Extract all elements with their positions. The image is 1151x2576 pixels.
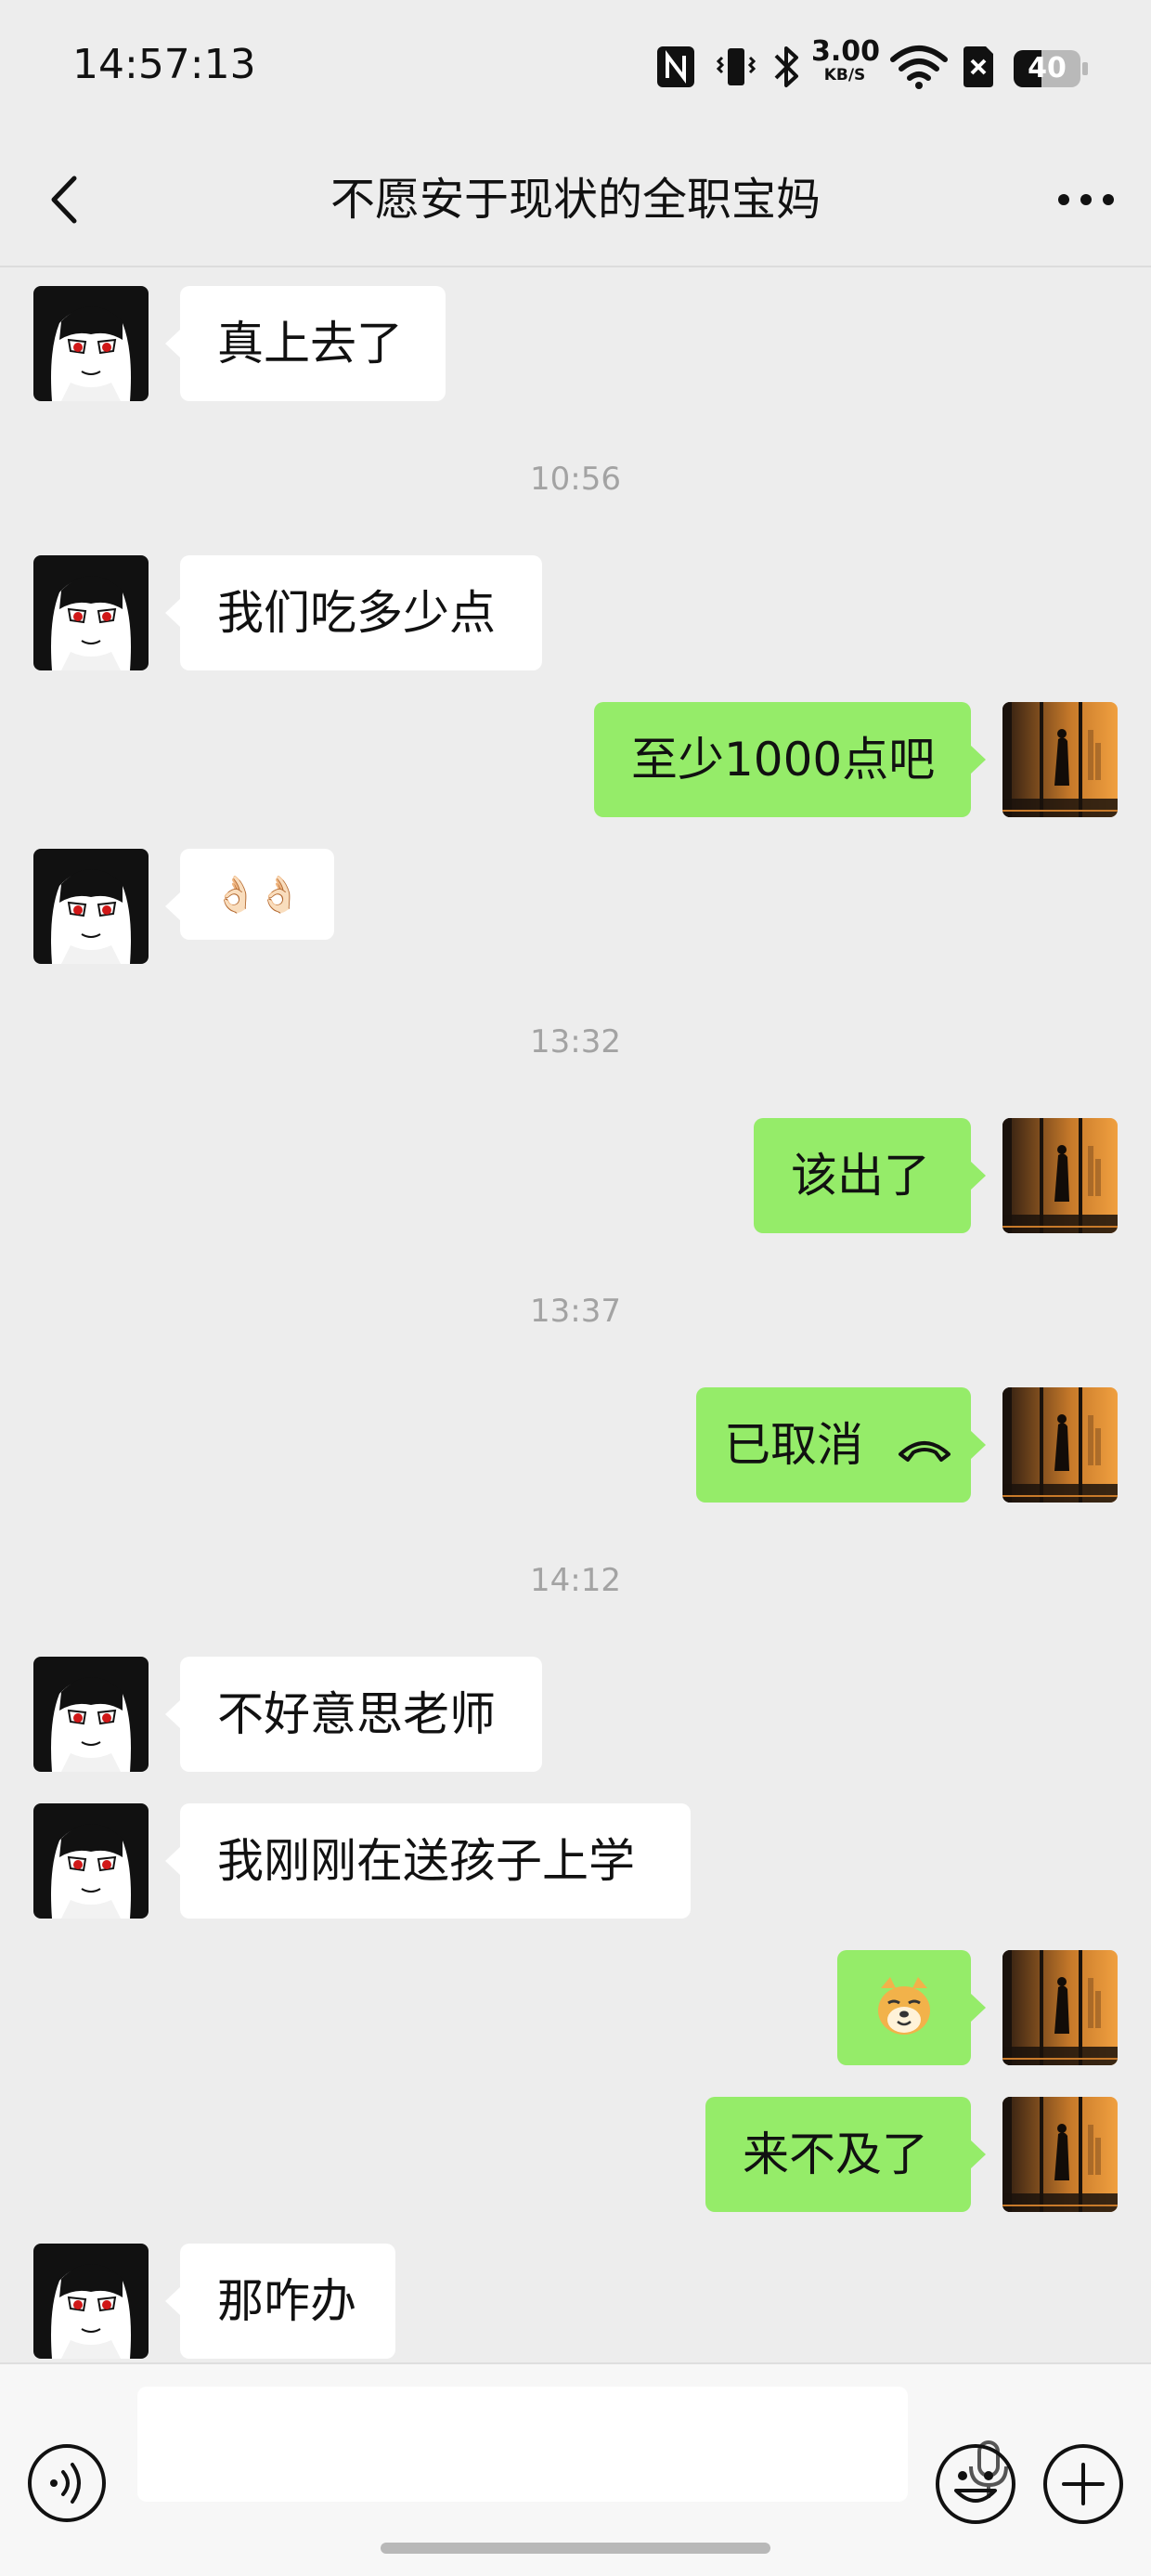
net-speed-value: 3.00 — [811, 35, 881, 68]
message-bubble[interactable]: 👌🏻👌🏻 — [165, 849, 334, 940]
message-bubble[interactable]: 我们吃多少点 — [165, 555, 542, 670]
message-bubble[interactable]: 我刚刚在送孩子上学 — [165, 1803, 691, 1919]
my-avatar[interactable] — [1002, 1950, 1118, 2065]
doge-emoji — [878, 1977, 930, 2035]
voice-icon[interactable] — [26, 2442, 108, 2524]
bluetooth-icon — [774, 46, 798, 87]
my-avatar[interactable] — [1002, 1118, 1118, 1233]
nfc-icon — [657, 46, 694, 87]
chat-title: 不愿安于现状的全职宝妈 — [330, 174, 821, 226]
message-bubble[interactable]: 真上去了 — [165, 286, 446, 401]
timestamp: 13:32 — [530, 1023, 621, 1060]
wifi-icon — [890, 46, 948, 89]
plus-icon[interactable] — [1041, 2442, 1125, 2526]
timestamp: 10:56 — [530, 461, 621, 498]
message-bubble[interactable]: 至少1000点吧 — [594, 702, 986, 817]
net-speed-unit: KB/S — [823, 66, 866, 85]
vibrate-icon — [716, 48, 757, 85]
message-bubble[interactable] — [837, 1950, 986, 2065]
contact-avatar[interactable] — [33, 1803, 149, 1919]
net-speed: 3.00 KB/S — [811, 35, 881, 85]
phone-hangup-icon — [898, 1440, 951, 1462]
back-button[interactable] — [33, 167, 98, 232]
call-status-text: 已取消 — [724, 1418, 863, 1472]
contact-avatar[interactable] — [33, 2244, 149, 2359]
home-indicator[interactable] — [381, 2543, 770, 2554]
my-avatar[interactable] — [1002, 2097, 1118, 2212]
status-bar: 14:57:13 3.00 KB/S 40 — [0, 0, 1151, 139]
call-cancelled-bubble[interactable]: 已取消 — [696, 1387, 986, 1503]
message-bubble[interactable]: 来不及了 — [705, 2097, 986, 2212]
contact-avatar[interactable] — [33, 286, 149, 401]
battery-level: 40 — [1028, 52, 1067, 85]
message-list[interactable]: 真上去了 10:56 我们吃多少点 至少1000点吧 👌🏻👌🏻 13:32 该出… — [0, 267, 1151, 2362]
timestamp: 14:12 — [530, 1562, 621, 1599]
my-avatar[interactable] — [1002, 1387, 1118, 1503]
message-bubble[interactable]: 该出了 — [754, 1118, 986, 1233]
contact-avatar[interactable] — [33, 1657, 149, 1772]
sim-off-icon — [963, 46, 993, 87]
message-bubble[interactable]: 那咋办 — [165, 2244, 395, 2359]
my-avatar[interactable] — [1002, 702, 1118, 817]
timestamp: 13:37 — [530, 1293, 621, 1330]
emoji-icon[interactable] — [934, 2442, 1017, 2526]
message-bubble[interactable]: 不好意思老师 — [165, 1657, 542, 1772]
status-time: 14:57:13 — [72, 41, 256, 88]
more-options-button[interactable] — [1049, 167, 1123, 232]
chat-header: 不愿安于现状的全职宝妈 — [0, 139, 1151, 267]
contact-avatar[interactable] — [33, 849, 149, 964]
contact-avatar[interactable] — [33, 555, 149, 670]
message-input[interactable] — [137, 2387, 1008, 2502]
